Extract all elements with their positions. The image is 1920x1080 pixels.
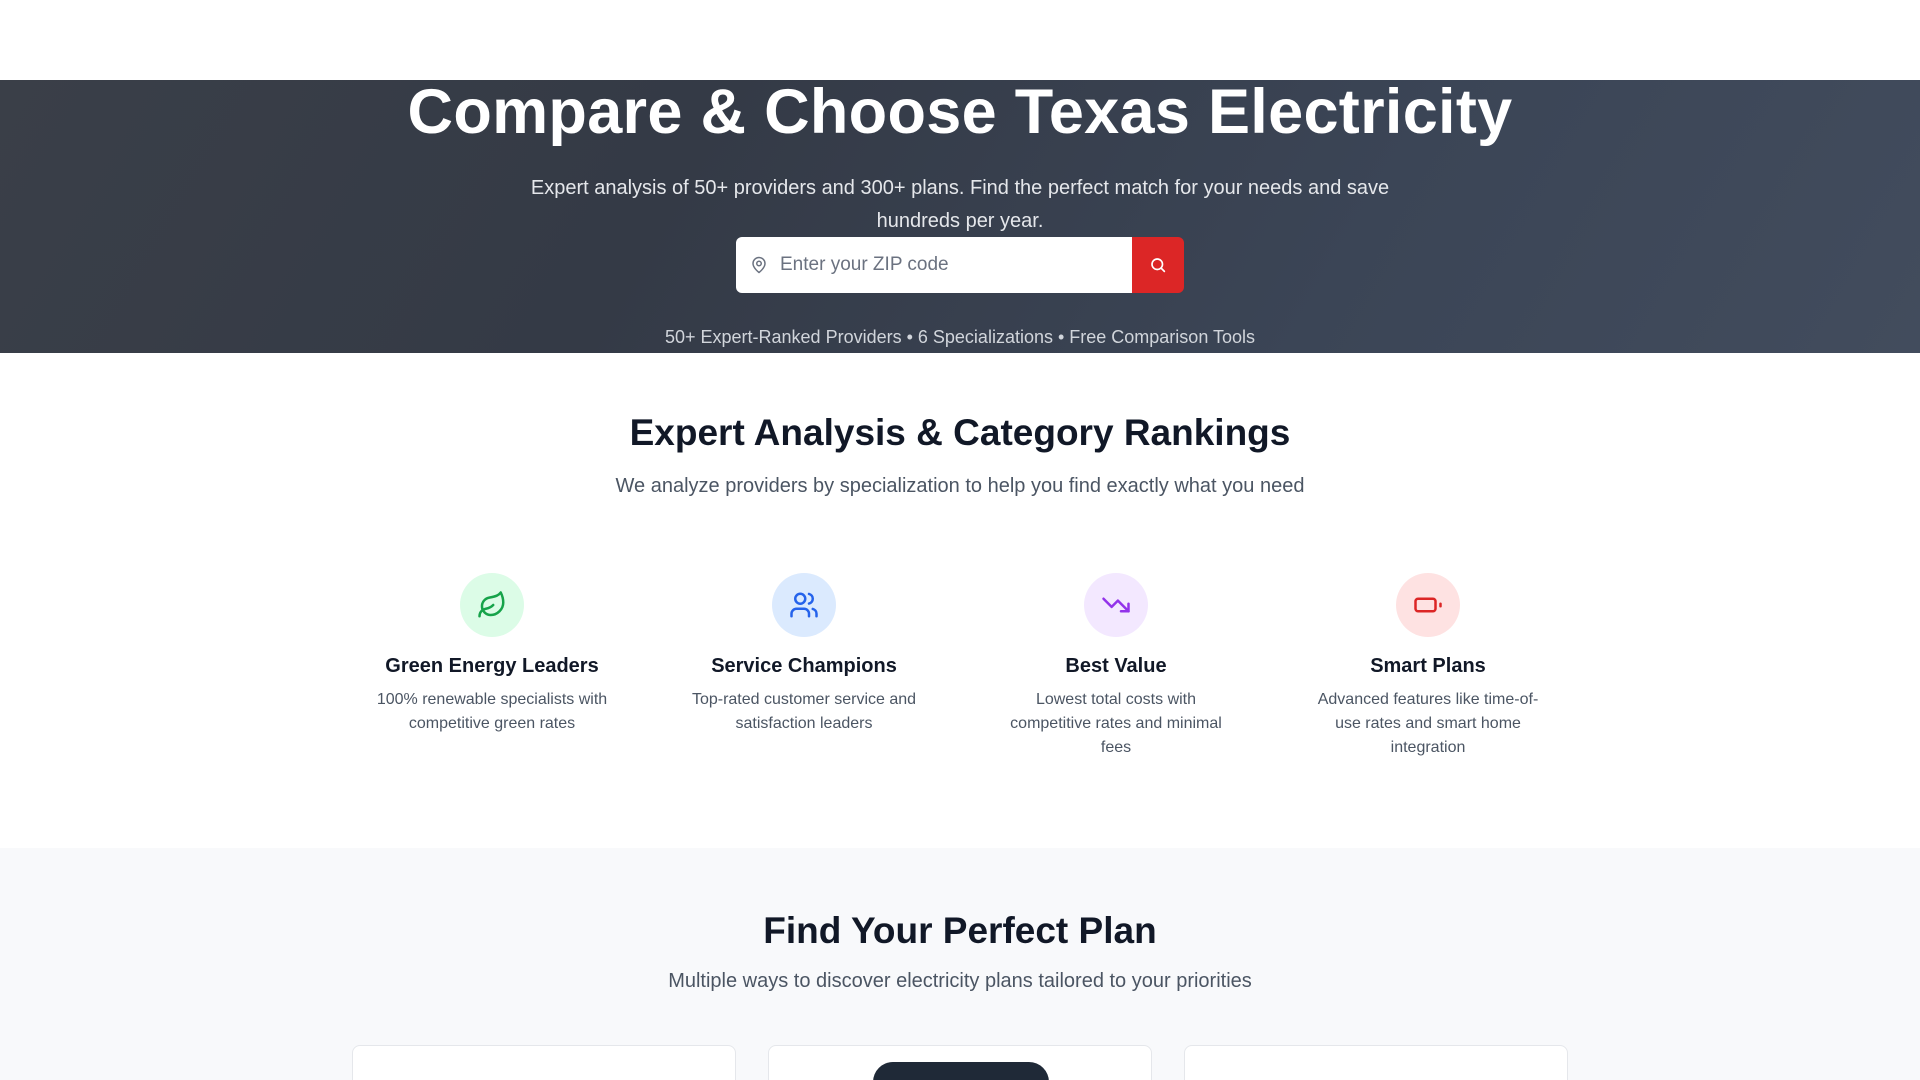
- hero-section: Compare & Choose Texas Electricity Exper…: [0, 77, 1920, 353]
- category-description: 100% renewable specialists with competit…: [376, 691, 608, 732]
- analysis-subtitle: We analyze providers by specialization t…: [615, 475, 1305, 497]
- category-smart-plans[interactable]: Smart Plans Advanced features like time-…: [1308, 573, 1548, 760]
- category-description: Lowest total costs with competitive rate…: [1010, 691, 1222, 756]
- plan-card[interactable]: [352, 1045, 736, 1080]
- category-description: Advanced features like time-of-use rates…: [1317, 691, 1539, 756]
- category-title: Smart Plans: [1370, 655, 1486, 677]
- hero-stats: 50+ Expert-Ranked Providers • 6 Speciali…: [664, 327, 1256, 347]
- search-button[interactable]: [1132, 237, 1184, 293]
- category-title: Service Champions: [711, 655, 897, 677]
- trending-down-icon: [1084, 573, 1148, 637]
- users-icon: [772, 573, 836, 637]
- hero-title: Compare & Choose Texas Electricity: [407, 77, 1513, 147]
- category-title: Best Value: [1065, 655, 1167, 677]
- leaf-icon: [460, 573, 524, 637]
- phone-illustration: [873, 1062, 1049, 1080]
- category-description: Top-rated customer service and satisfact…: [691, 691, 917, 732]
- category-service-champions[interactable]: Service Champions Top-rated customer ser…: [684, 573, 924, 736]
- zip-field[interactable]: [736, 237, 1132, 293]
- category-title: Green Energy Leaders: [385, 655, 599, 677]
- plans-subtitle: Multiple ways to discover electricity pl…: [668, 970, 1252, 992]
- plans-section: Find Your Perfect Plan Multiple ways to …: [0, 848, 1920, 1080]
- zip-search-form: [736, 237, 1184, 293]
- analysis-title: Expert Analysis & Category Rankings: [629, 412, 1291, 453]
- zip-input[interactable]: [780, 254, 1120, 276]
- plan-card[interactable]: [768, 1045, 1152, 1080]
- plans-title: Find Your Perfect Plan: [763, 910, 1157, 951]
- search-icon: [1151, 258, 1166, 273]
- hero-subtitle: Expert analysis of 50+ providers and 300…: [530, 177, 1390, 232]
- category-green-energy[interactable]: Green Energy Leaders 100% renewable spec…: [372, 573, 612, 736]
- top-navigation-bar: [0, 0, 1920, 80]
- category-best-value[interactable]: Best Value Lowest total costs with compe…: [996, 573, 1236, 760]
- map-pin-icon: [752, 256, 766, 274]
- plan-card[interactable]: [1184, 1045, 1568, 1080]
- battery-icon: [1396, 573, 1460, 637]
